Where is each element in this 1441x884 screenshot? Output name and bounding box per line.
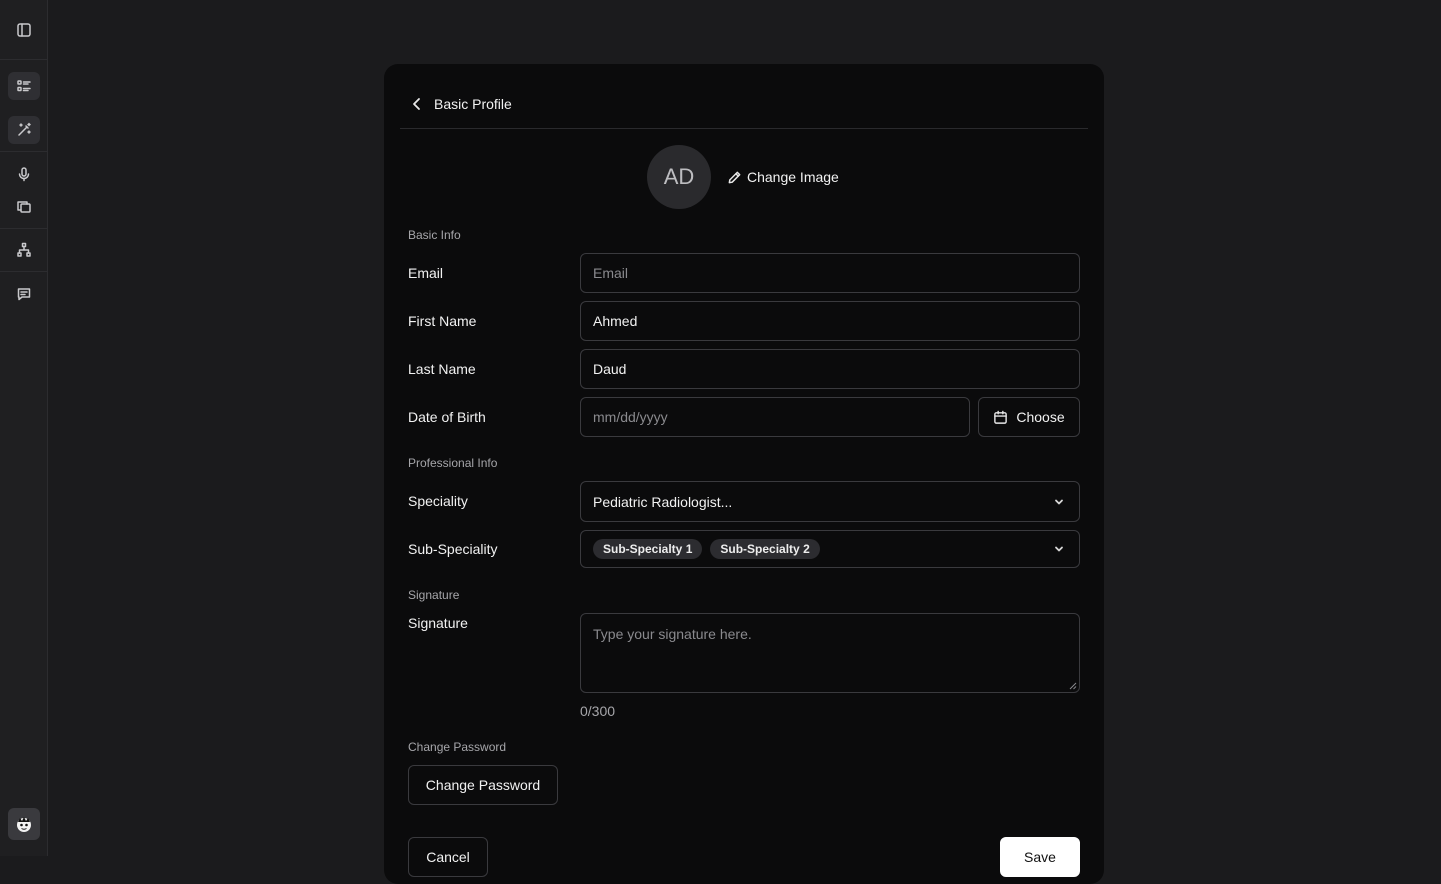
sidebar-item-hierarchy[interactable] [8,236,40,264]
sidebar [0,0,48,856]
cancel-button[interactable]: Cancel [408,837,488,877]
dob-label: Date of Birth [408,409,486,425]
sidebar-divider [0,271,48,272]
mascot-avatar-icon [17,817,31,832]
choose-date-button[interactable]: Choose [978,397,1080,437]
signature-placeholder: Type your signature here. [593,626,752,642]
sidebar-divider [0,59,48,60]
first-name-field[interactable]: Ahmed [580,301,1080,341]
email-label: Email [408,265,444,281]
signature-label: Signature [408,615,468,631]
sidebar-item-magic[interactable] [8,116,40,144]
section-signature: Signature [408,588,460,602]
sidebar-item-copy[interactable] [8,193,40,221]
sub-speciality-label: Sub-Speciality [408,541,498,557]
section-basic-info: Basic Info [408,228,461,242]
chevron-left-icon[interactable] [410,97,424,111]
card-header: Basic Profile [400,80,1088,129]
sidebar-item-messages[interactable] [8,280,40,308]
avatar[interactable]: AD [647,145,711,209]
chevron-down-icon [1055,546,1063,552]
speciality-select[interactable]: Pediatric Radiologist... [580,481,1080,522]
signature-textarea[interactable]: Type your signature here. [580,613,1080,693]
last-name-field[interactable]: Daud [580,349,1080,389]
sub-speciality-chip[interactable]: Sub-Specialty 1 [593,539,703,559]
magic-wand-icon [18,122,31,136]
page-title: Basic Profile [434,96,512,112]
user-avatar-button[interactable] [8,808,40,840]
speciality-value: Pediatric Radiologist... [593,493,733,510]
sidebar-divider [0,151,48,152]
sidebar-item-dictation[interactable] [8,160,40,188]
section-professional-info: Professional Info [408,456,498,470]
choose-label: Choose [1016,409,1065,425]
signature-counter: 0/300 [580,703,616,719]
calendar-icon [994,410,1008,424]
pencil-icon [728,171,741,183]
change-password-button[interactable]: Change Password [408,765,558,805]
resize-handle-icon[interactable] [1069,682,1077,690]
sidebar-item-list[interactable] [8,72,40,100]
profile-card: Basic Profile AD Change Image Basic Info… [384,64,1104,884]
message-icon [17,288,31,301]
chevron-down-icon [1055,499,1063,504]
save-button[interactable]: Save [1000,837,1080,877]
email-field[interactable]: Email [580,253,1080,293]
sidebar-toggle-icon [17,23,31,37]
copy-icon [17,201,31,213]
speciality-label: Speciality [408,493,468,509]
change-image-label: Change Image [747,169,839,185]
dob-field[interactable]: mm/dd/yyyy [580,397,970,437]
sidebar-divider [0,228,48,229]
sub-speciality-select[interactable]: Sub-Specialty 1 Sub-Specialty 2 [580,530,1080,568]
sub-speciality-chip[interactable]: Sub-Specialty 2 [710,539,820,559]
list-icon [17,80,31,92]
last-name-label: Last Name [408,361,476,377]
microphone-icon [18,167,30,182]
first-name-label: First Name [408,313,477,329]
change-image-button[interactable]: Change Image [727,167,839,187]
section-change-password: Change Password [408,740,507,754]
sitemap-icon [17,242,31,257]
sidebar-toggle-button[interactable] [8,16,40,44]
